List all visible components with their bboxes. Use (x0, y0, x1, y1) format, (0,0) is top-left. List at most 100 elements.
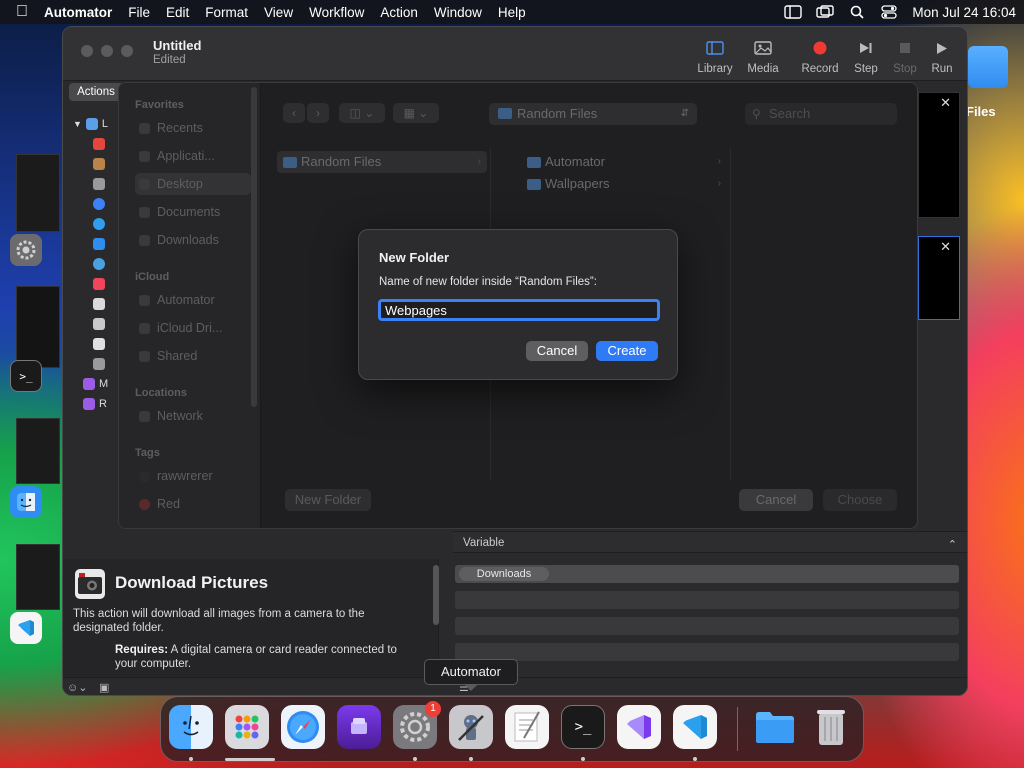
sidebar-item-shared[interactable]: Shared (135, 345, 251, 367)
choose-button[interactable]: Choose (823, 489, 897, 511)
dock-automator[interactable] (449, 705, 493, 749)
sidebar-item-documents[interactable]: Documents (135, 201, 251, 223)
actions-tab[interactable]: Actions (69, 83, 123, 101)
folder-name-input[interactable] (378, 299, 660, 321)
dock-files-folder[interactable] (753, 705, 797, 749)
run-button[interactable]: Run (920, 37, 964, 75)
system-settings-icon[interactable] (10, 234, 42, 266)
variable-token[interactable]: Downloads (459, 567, 549, 581)
dialog-cancel-button[interactable]: Cancel (526, 341, 588, 361)
new-folder-dialog: New Folder Name of new folder inside “Ra… (358, 229, 678, 380)
menu-help[interactable]: Help (490, 5, 534, 20)
close-icon[interactable]: ✕ (940, 239, 951, 255)
desktop-files-folder[interactable]: Files (966, 46, 1012, 119)
variable-row[interactable] (455, 643, 959, 661)
search-icon: ⚲ (752, 107, 761, 121)
black-panel: ✕ (918, 92, 960, 218)
sidebar-item-tag-red[interactable]: Red (135, 493, 251, 515)
running-indicator (693, 757, 697, 761)
menu-bar:  Automator File Edit Format View Workfl… (0, 0, 1024, 24)
window-thumbnail[interactable] (16, 286, 60, 368)
dock-tooltip: Automator (424, 659, 518, 691)
finder-icon[interactable] (10, 486, 42, 518)
menu-view[interactable]: View (256, 5, 301, 20)
search-field[interactable]: ⚲ Search (745, 103, 897, 125)
dock-system-settings[interactable]: 1 (393, 701, 441, 749)
sidebar-item-icloud-drive[interactable]: iCloud Dri... (135, 317, 251, 339)
zoom-window-button[interactable] (121, 45, 133, 57)
dock-finder[interactable] (169, 705, 213, 749)
back-button[interactable]: ‹ (283, 103, 305, 123)
black-panel: ✕ (918, 236, 960, 320)
chevron-up-icon[interactable]: ⌃ (948, 534, 957, 556)
dock-trash[interactable] (809, 705, 853, 749)
sidebar-item-tag[interactable]: rawwrerer (135, 465, 251, 487)
dock-terminal[interactable]: >_ (561, 705, 605, 749)
variable-row[interactable] (455, 617, 959, 635)
variable-row[interactable] (455, 591, 959, 609)
variables-list: Downloads (455, 565, 959, 669)
dock-visual-studio[interactable] (617, 705, 661, 749)
menu-clock[interactable]: Mon Jul 24 16:04 (912, 5, 1016, 20)
window-thumbnail[interactable] (16, 418, 60, 484)
menu-file[interactable]: File (120, 5, 158, 20)
menu-action[interactable]: Action (372, 5, 426, 20)
sidebar-item-network[interactable]: Network (135, 405, 251, 427)
column-item-folder[interactable]: Automator › (521, 151, 727, 173)
variable-row[interactable]: Downloads (455, 565, 959, 583)
column-item-folder[interactable]: Wallpapers › (521, 173, 727, 195)
dock-vscode[interactable] (673, 705, 717, 749)
description-scrollbar[interactable] (433, 565, 439, 625)
dock-safari[interactable] (281, 705, 325, 749)
sidebar-item-applications[interactable]: Applicati... (135, 145, 251, 167)
screen-mirroring-icon[interactable] (816, 5, 835, 19)
view-mode-button[interactable]: ◫ ⌄ (339, 103, 385, 123)
window-thumbnail[interactable] (16, 544, 60, 610)
menu-window[interactable]: Window (426, 5, 490, 20)
action-options-icon[interactable]: ☺⌄ (67, 681, 87, 694)
record-button[interactable]: Record (798, 37, 842, 75)
cancel-button[interactable]: Cancel (739, 489, 813, 511)
sidebar-scrollbar[interactable] (251, 87, 257, 407)
sidebar-toggle-icon[interactable] (784, 5, 803, 19)
menu-format[interactable]: Format (197, 5, 256, 20)
sidebar-item-downloads[interactable]: Downloads (135, 229, 251, 251)
dialog-title: New Folder (379, 250, 450, 265)
forward-button[interactable]: › (307, 103, 329, 123)
window-thumbnail[interactable] (16, 154, 60, 232)
terminal-icon[interactable]: >_ (10, 360, 42, 392)
close-window-button[interactable] (81, 45, 93, 57)
folder-icon (527, 157, 541, 168)
folder-icon (498, 108, 512, 119)
sidebar-item-recents[interactable]: Recents (135, 117, 251, 139)
step-button[interactable]: Step (844, 37, 888, 75)
variable-header: Variable ⌃ (453, 531, 967, 556)
dock-simulator[interactable] (337, 705, 381, 749)
column-item-folder[interactable]: Random Files › (277, 151, 487, 173)
minimize-window-button[interactable] (101, 45, 113, 57)
dock: 1 >_ (160, 696, 864, 762)
dock-textedit[interactable] (505, 705, 549, 749)
dialog-create-button[interactable]: Create (596, 341, 658, 361)
close-icon[interactable]: ✕ (940, 95, 951, 111)
vscode-icon[interactable] (10, 612, 42, 644)
chevron-right-icon: › (717, 156, 721, 167)
media-button[interactable]: Media (741, 37, 785, 75)
control-center-icon[interactable] (880, 5, 898, 19)
menu-workflow[interactable]: Workflow (301, 5, 372, 20)
menu-app-name[interactable]: Automator (36, 5, 120, 20)
library-button[interactable]: Library (693, 37, 737, 75)
sidebar-item-desktop[interactable]: Desktop (135, 173, 251, 195)
new-folder-button[interactable]: New Folder (285, 489, 371, 511)
apple-menu-icon[interactable]:  (8, 3, 36, 21)
spotlight-search-icon[interactable] (848, 5, 866, 19)
sidebar-item-automator[interactable]: Automator (135, 289, 251, 311)
path-popup[interactable]: Random Files ⇵ (489, 103, 697, 125)
description-toggle-icon[interactable]: ▣ (99, 681, 109, 694)
window-title: Untitled (153, 38, 202, 53)
group-button[interactable]: ▦ ⌄ (393, 103, 439, 123)
record-icon (798, 37, 842, 59)
locations-header: Locations (135, 387, 187, 399)
menu-edit[interactable]: Edit (158, 5, 197, 20)
dock-launchpad[interactable] (225, 705, 269, 749)
